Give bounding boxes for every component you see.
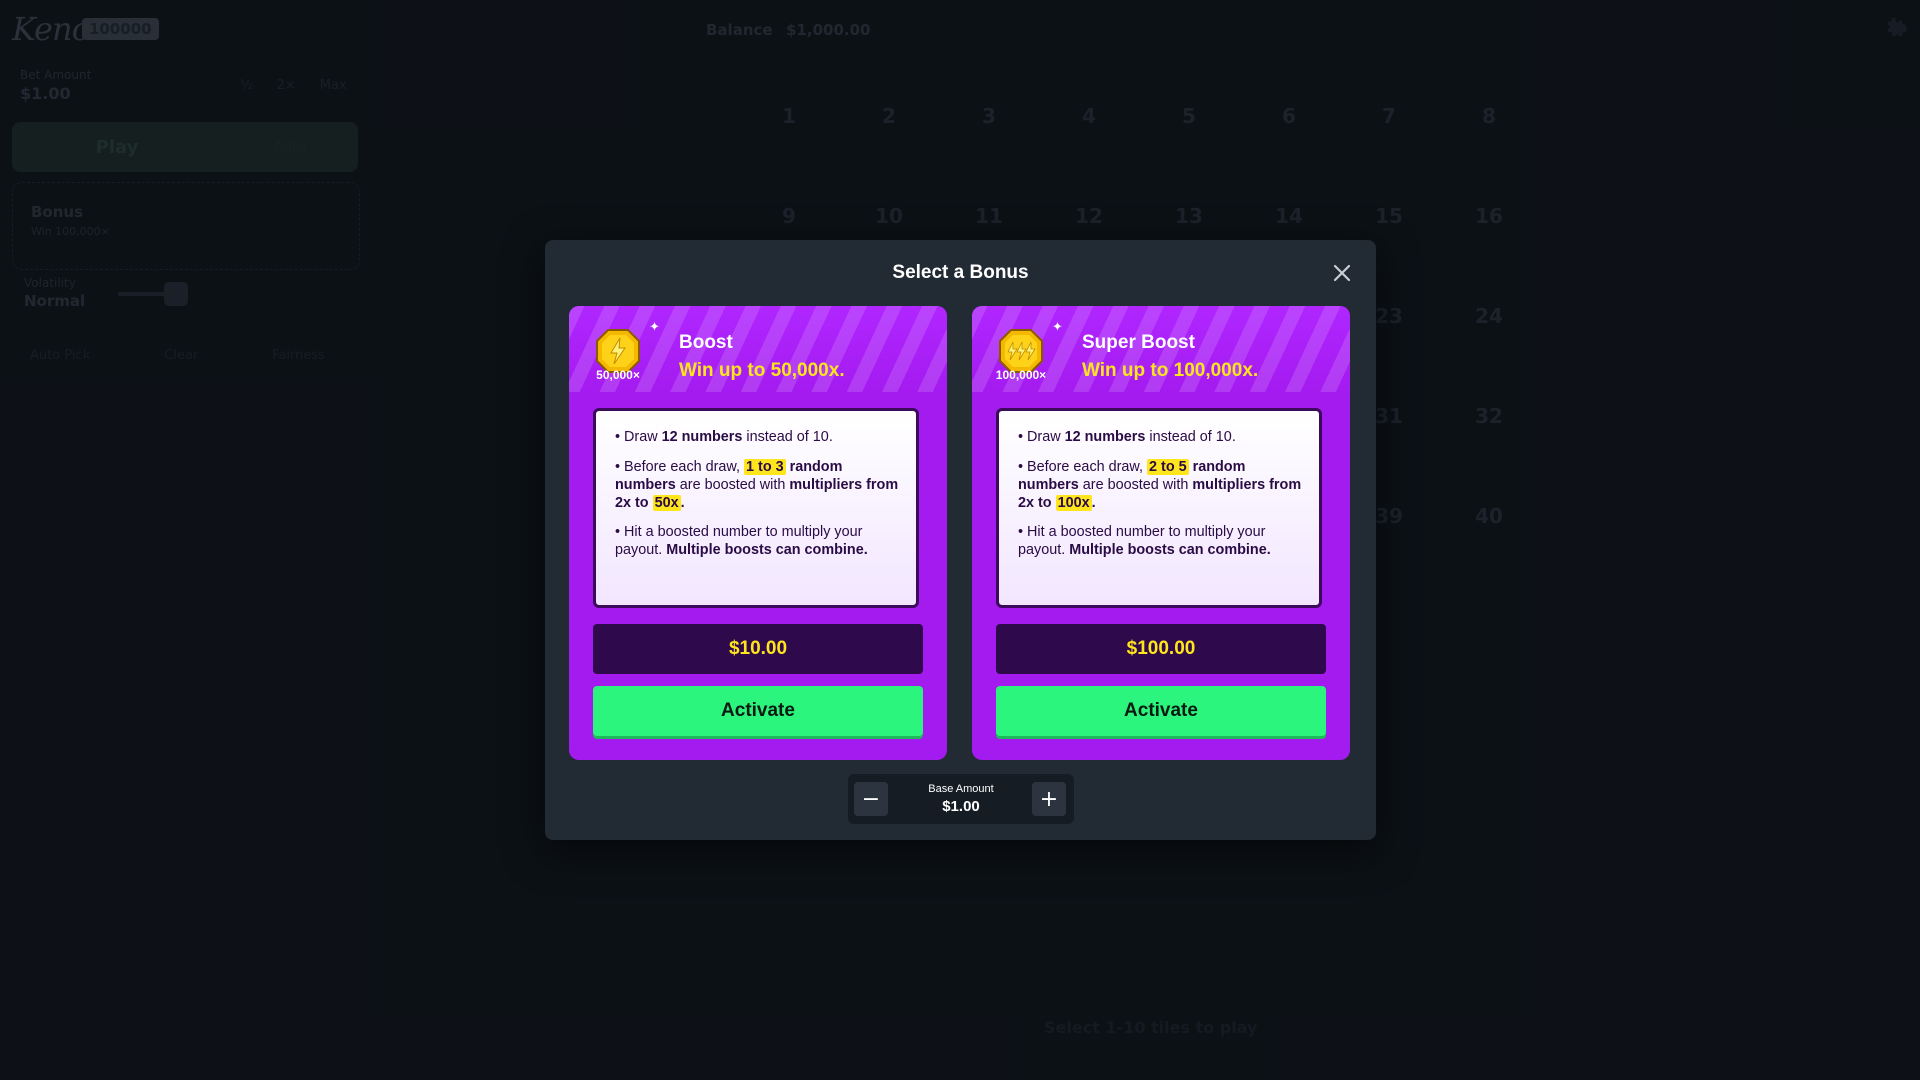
activate-boost-button[interactable]: Activate — [593, 686, 923, 736]
sparkle-icon: ✦ — [649, 320, 660, 335]
desc-line-1: • Draw 12 numbers instead of 10. — [1018, 429, 1236, 445]
bonus-card-super-boost: 100,000× ✦ Super Boost Win up to 100,000… — [972, 306, 1350, 760]
close-icon[interactable] — [1331, 262, 1353, 284]
desc-line-2: • Before each draw, 1 to 3 random number… — [615, 459, 899, 511]
desc-line-3: • Hit a boosted number to multiply your … — [1018, 524, 1271, 558]
coin-multiplier: 50,000× — [596, 368, 640, 382]
modal-title: Select a Bonus — [892, 262, 1029, 283]
increase-base-amount-button[interactable]: + — [1032, 782, 1066, 816]
card-win-text: Win up to 50,000x. — [679, 360, 845, 381]
card-description: • Draw 12 numbers instead of 10. • Befor… — [996, 408, 1322, 608]
activate-super-boost-button[interactable]: Activate — [996, 686, 1326, 736]
desc-line-2: • Before each draw, 2 to 5 random number… — [1018, 459, 1302, 511]
card-title: Boost — [679, 332, 733, 353]
desc-line-1: • Draw 12 numbers instead of 10. — [615, 429, 833, 445]
bonus-card-boost: 50,000× ✦ Boost Win up to 50,000x. • Dra… — [569, 306, 947, 760]
coin-multiplier: 100,000× — [995, 368, 1047, 382]
base-amount-stepper: − Base Amount $1.00 + — [848, 774, 1074, 824]
bonus-price: $10.00 — [593, 624, 923, 674]
bonus-price: $100.00 — [996, 624, 1326, 674]
sparkle-icon: ✦ — [1052, 320, 1063, 335]
card-title: Super Boost — [1082, 332, 1195, 353]
card-description: • Draw 12 numbers instead of 10. • Befor… — [593, 408, 919, 608]
desc-line-3: • Hit a boosted number to multiply your … — [615, 524, 868, 558]
select-bonus-modal: Select a Bonus 50,000× ✦ Boost Win up to… — [545, 240, 1376, 840]
card-win-text: Win up to 100,000x. — [1082, 360, 1259, 381]
